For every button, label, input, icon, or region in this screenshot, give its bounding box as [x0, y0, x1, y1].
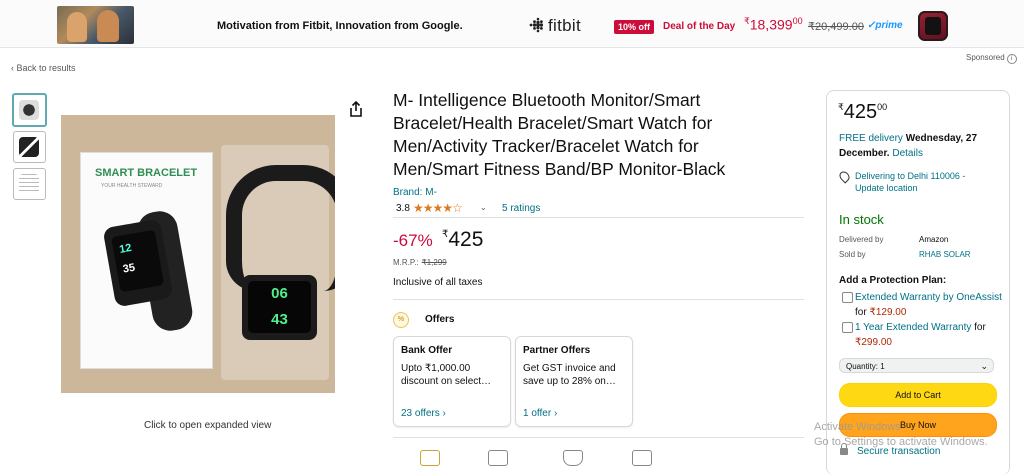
banner-price: ₹18,39900 [744, 16, 803, 33]
offer-card-body: Upto ₹1,000.00 discount on select… [401, 363, 492, 387]
divider [393, 299, 804, 300]
chevron-down-icon[interactable]: ⌄ [480, 203, 487, 212]
fitbit-brand: fitbit [548, 16, 581, 35]
protection-plan-title: Add a Protection Plan: [839, 275, 947, 286]
product-box: SMART BRACELET YOUR HEALTH STEWARD 12 35 [80, 152, 213, 369]
offer-card-link[interactable]: 1 offer › [523, 408, 557, 419]
expand-hint: Click to open expanded view [144, 420, 272, 431]
offer-card-title: Bank Offer [401, 345, 453, 356]
product-title: M- Intelligence Bluetooth Monitor/Smart … [393, 90, 726, 179]
star-rating-icon[interactable]: ★★★★☆ [413, 201, 463, 215]
offer-card-partner[interactable]: Partner Offers Get GST invoice and save … [515, 336, 633, 427]
divider [393, 217, 804, 218]
mrp: M.R.P.: ₹1,299 [393, 258, 447, 267]
add-to-cart-button[interactable]: Add to Cart [839, 383, 997, 407]
offer-card-link[interactable]: 23 offers › [401, 408, 446, 419]
main-product-image[interactable]: SMART BRACELET YOUR HEALTH STEWARD 12 35 … [61, 115, 335, 393]
discount-badge: 10% off [614, 20, 655, 34]
delivered-by-value: Amazon [919, 235, 949, 244]
tax-note: Inclusive of all taxes [393, 277, 483, 288]
prime-badge: ✓prime [867, 20, 903, 31]
seller-link[interactable]: RHAB SOLAR [919, 250, 971, 259]
box-title: SMART BRACELET [95, 167, 198, 179]
banner-tagline: Motivation from Fitbit, Innovation from … [217, 20, 463, 32]
rating-value: 3.8 [396, 203, 410, 214]
thumbnail-2[interactable] [13, 131, 46, 163]
info-icon[interactable]: i [1006, 54, 1017, 64]
offer-card-title: Partner Offers [523, 345, 591, 356]
banner-photo[interactable] [57, 6, 134, 44]
fitbit-logo: fitbit [527, 16, 581, 36]
warranty-shield-icon[interactable] [563, 450, 583, 466]
offers-title: Offers [425, 314, 455, 325]
banner-watch-image[interactable] [918, 11, 948, 41]
delivered-by-label: Delivered by [839, 235, 884, 244]
sponsored-label: Sponsored i [966, 53, 1017, 64]
ratings-count-link[interactable]: 5 ratings [502, 203, 540, 214]
thumbnail-1[interactable] [12, 93, 47, 127]
share-icon[interactable] [349, 101, 363, 117]
offer-card-body: Get GST invoice and save up to 28% on… [523, 363, 616, 387]
plan1-checkbox[interactable] [842, 292, 853, 303]
stock-status: In stock [839, 212, 884, 227]
plan1-option[interactable]: Extended Warranty by OneAssist for ₹129.… [855, 290, 1005, 320]
back-to-results-link[interactable]: ‹ Back to results [11, 63, 76, 73]
offer-card-bank[interactable]: Bank Offer Upto ₹1,000.00 discount on se… [393, 336, 511, 427]
details-link[interactable]: Details [892, 148, 923, 159]
os-activation-watermark: Activate Windows Go to Settings to activ… [814, 421, 988, 448]
divider [393, 437, 804, 438]
thumbnail-3[interactable] [13, 168, 46, 200]
chevron-down-icon: ⌄ [980, 361, 988, 371]
amazon-delivered-icon[interactable] [632, 450, 652, 466]
brand-link[interactable]: Brand: M- [393, 187, 437, 198]
replacement-icon[interactable] [420, 450, 440, 466]
delivery-truck-icon[interactable] [488, 450, 508, 466]
discount-percent: -67% [393, 231, 433, 250]
quantity-select[interactable]: Quantity: 1 ⌄ [839, 358, 994, 373]
fitbit-dots-icon [529, 17, 543, 33]
deal-label: Deal of the Day [663, 21, 736, 32]
plan2-checkbox[interactable] [842, 322, 853, 333]
banner-mrp: ₹20,499.00 [808, 21, 864, 33]
offers-icon: % [393, 312, 409, 328]
buybox-price: ₹42500 [838, 101, 888, 123]
box-subtitle: YOUR HEALTH STEWARD [101, 183, 163, 189]
sold-by-label: Sold by [839, 250, 866, 259]
plan2-option[interactable]: 1 Year Extended Warranty for ₹299.00 [855, 320, 1005, 350]
delivery-location-link[interactable]: Delivering to Delhi 110006 - Update loca… [855, 170, 995, 194]
delivery-info: FREE delivery Wednesday, 27 December. De… [839, 133, 978, 159]
bagged-watch-image: 06 43 [242, 275, 317, 340]
product-price: ₹425 [442, 228, 484, 251]
